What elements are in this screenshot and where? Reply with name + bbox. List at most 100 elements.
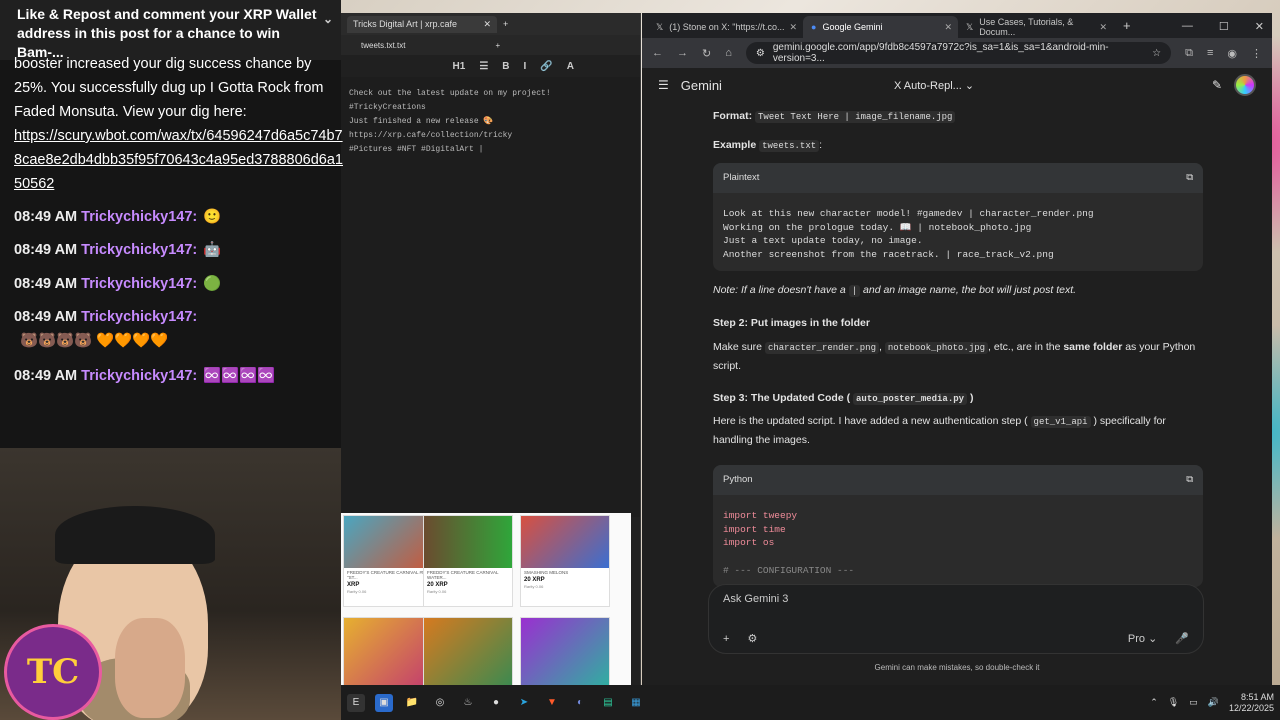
clear-format-button[interactable]: A: [567, 61, 574, 72]
mic-tray-icon[interactable]: 🎙: [1168, 697, 1179, 708]
app-icon[interactable]: ▣: [375, 693, 393, 712]
example-colon: :: [819, 139, 823, 151]
system-text: booster increased your dig success chanc…: [14, 56, 324, 120]
nft-image: [424, 516, 512, 568]
nft-card[interactable]: FREDDY'S CREATURE CARNIVAL WATER... 20 X…: [423, 515, 513, 607]
prompt-input[interactable]: Ask Gemini 3 + ⚙ Pro ⌄ 🎤: [708, 584, 1204, 654]
italic-button[interactable]: I: [524, 61, 527, 72]
tray-expand-icon[interactable]: ⌃: [1150, 697, 1158, 708]
code-line-text: import time: [723, 523, 786, 535]
notepad-tab-label[interactable]: tweets.txt.txt: [361, 41, 405, 50]
extensions-icon[interactable]: ⧉: [1185, 47, 1193, 60]
notepad-window: Tricks Digital Art | xrp.cafe ✕ + tweets.…: [341, 13, 641, 685]
notepad-icon[interactable]: ▦: [627, 694, 645, 712]
copy-icon[interactable]: ⧉: [1186, 169, 1193, 187]
close-window-icon[interactable]: ✕: [1255, 20, 1264, 33]
step3-code: auto_poster_media.py: [853, 393, 968, 405]
code-block-plaintext: Plaintext ⧉ Look at this new character mo…: [713, 163, 1203, 271]
new-chat-icon[interactable]: ✎: [1212, 78, 1222, 92]
close-icon[interactable]: ✕: [944, 22, 952, 33]
message-user[interactable]: Trickychicky147:: [81, 209, 197, 225]
maximize-icon[interactable]: ☐: [1219, 20, 1229, 33]
clock-date: 12/22/2025: [1228, 702, 1274, 713]
tab-gemini[interactable]: ● Google Gemini ✕: [803, 16, 958, 38]
nft-title: FREDDY'S CREATURE CARNIVAL WATER...: [427, 570, 499, 580]
github-icon[interactable]: ●: [487, 694, 505, 712]
code-block-header: Python ⧉: [713, 465, 1203, 495]
chevron-down-icon: ⌄: [964, 79, 975, 92]
step2-code2: notebook_photo.jpg: [884, 342, 989, 354]
browser-tab-xrp-cafe[interactable]: Tricks Digital Art | xrp.cafe ✕: [347, 15, 497, 33]
notepad-editor[interactable]: Check out the latest update on my projec…: [341, 77, 640, 517]
example-line: Example tweets.txt:: [713, 136, 1203, 155]
new-tab-icon[interactable]: +: [495, 41, 500, 50]
streamlabs-icon[interactable]: ▤: [599, 694, 617, 712]
code-line: import time: [723, 523, 1193, 537]
reading-list-icon[interactable]: ≡: [1207, 47, 1213, 59]
telegram-icon[interactable]: ➤: [515, 694, 533, 712]
back-icon[interactable]: ←: [652, 47, 663, 59]
close-icon[interactable]: ✕: [1099, 22, 1107, 33]
message-user[interactable]: Trickychicky147:: [81, 242, 197, 258]
message-user[interactable]: Trickychicky147:: [81, 309, 197, 325]
nft-image: [521, 618, 609, 685]
step2-bold: same folder: [1063, 341, 1123, 353]
microphone-icon[interactable]: 🎤: [1175, 632, 1189, 645]
reload-icon[interactable]: ↻: [702, 47, 711, 60]
forward-icon[interactable]: →: [677, 47, 688, 59]
new-tab-icon[interactable]: +: [503, 19, 508, 29]
step3-desc: Here is the updated script. I have added…: [713, 412, 1203, 449]
close-icon[interactable]: ✕: [483, 19, 491, 30]
clock[interactable]: 8:51 AM 12/22/2025: [1229, 692, 1274, 714]
dig-link[interactable]: https://scury.wbot.com/wax/tx/64596247d6…: [14, 124, 344, 196]
chevron-down-icon[interactable]: ⌄: [323, 10, 333, 29]
notepad-tabs: tweets.txt.txt +: [341, 35, 640, 55]
link-button[interactable]: 🔗: [540, 61, 552, 72]
epic-games-icon[interactable]: E: [347, 693, 365, 712]
tab-docs[interactable]: 𝕏 Use Cases, Tutorials, & Docum... ✕: [958, 16, 1113, 38]
nft-card[interactable]: FREDDY'S CREATURE CARNIVAL #5 "ST... XRP…: [343, 515, 433, 607]
code-block-python: Python ⧉ import tweepy import time import…: [713, 465, 1203, 587]
avatar[interactable]: [1234, 74, 1256, 96]
message-time: 08:49 AM: [14, 368, 78, 384]
streamer-cap: [55, 506, 215, 564]
tab-x-post[interactable]: 𝕏 (1) Stone on X: "https://t.co... ✕: [648, 16, 803, 38]
message-time: 08:49 AM: [14, 309, 78, 325]
chat-emote: 🟢: [203, 276, 222, 293]
taskbar: E ▣ 📁 ◎ ♨ ● ➤ ▼ ◐ ▤ ▦ ⌃ 🎙 ▭ 🔊 8:51 AM 12…: [341, 685, 1280, 720]
hamburger-menu-icon[interactable]: ☰: [658, 78, 669, 92]
message-user[interactable]: Trickychicky147:: [81, 368, 197, 384]
gemini-header: ☰ Gemini X Auto-Repl... ⌄ ✎: [642, 68, 1272, 102]
nft-card[interactable]: [520, 617, 610, 685]
close-icon[interactable]: ✕: [789, 22, 797, 33]
bold-button[interactable]: B: [502, 61, 509, 72]
tools-icon[interactable]: ⚙: [747, 632, 757, 645]
volume-icon[interactable]: 🔊: [1208, 697, 1219, 708]
address-bar[interactable]: ⚙ gemini.google.com/app/9fdb8c4597a7972c…: [745, 42, 1172, 64]
nft-card[interactable]: SMASHING MELONS 20 XRP Rarity 0.06: [520, 515, 610, 607]
minimize-icon[interactable]: —: [1182, 20, 1193, 33]
mode-selector[interactable]: Pro ⌄: [1128, 632, 1157, 645]
notepad-titlebar: Tricks Digital Art | xrp.cafe ✕ +: [341, 13, 640, 35]
message-user[interactable]: Trickychicky147:: [81, 276, 197, 292]
nft-card[interactable]: [423, 617, 513, 685]
network-icon[interactable]: ▭: [1189, 697, 1198, 708]
menu-icon[interactable]: ⋮: [1251, 47, 1262, 60]
chrome-icon[interactable]: ◎: [431, 694, 449, 712]
nft-card[interactable]: [343, 617, 433, 685]
bookmark-star-icon[interactable]: ☆: [1152, 48, 1161, 59]
copy-icon[interactable]: ⧉: [1186, 471, 1193, 489]
heading-button[interactable]: H1: [453, 61, 466, 72]
profile-icon[interactable]: ◉: [1227, 47, 1237, 60]
discord-icon[interactable]: ◐: [571, 694, 589, 712]
brave-icon[interactable]: ▼: [543, 694, 561, 712]
home-icon[interactable]: ⌂: [725, 47, 732, 59]
new-tab-icon[interactable]: +: [1113, 18, 1141, 38]
list-button[interactable]: ☰: [479, 61, 488, 72]
add-icon[interactable]: +: [723, 633, 729, 645]
gem-selector[interactable]: X Auto-Repl... ⌄: [894, 79, 974, 92]
steam-icon[interactable]: ♨: [459, 694, 477, 712]
step2-heading: Step 2: Put images in the folder: [713, 317, 870, 329]
file-explorer-icon[interactable]: 📁: [403, 694, 421, 712]
site-info-icon[interactable]: ⚙: [756, 48, 765, 59]
